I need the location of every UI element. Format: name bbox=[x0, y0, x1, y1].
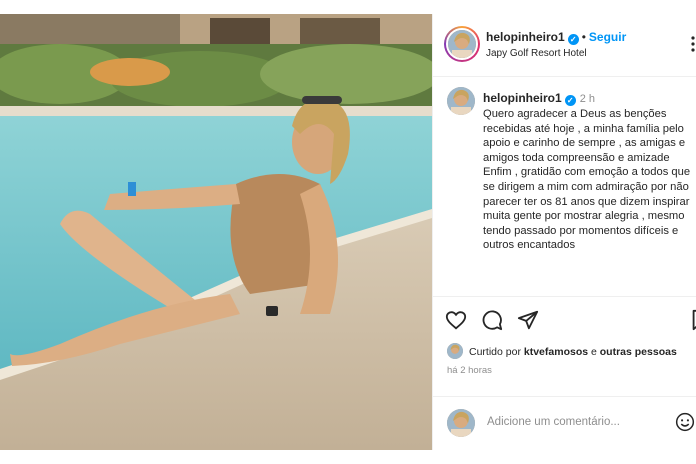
follow-button[interactable]: Seguir bbox=[589, 30, 626, 44]
post-caption: Quero agradecer a Deus as benções recebi… bbox=[483, 108, 691, 252]
post-image bbox=[0, 14, 432, 450]
post-photo[interactable] bbox=[0, 14, 432, 450]
author-username[interactable]: helopinheiro1 bbox=[486, 30, 565, 44]
author-line: helopinheiro1 ✓ • Seguir bbox=[486, 30, 626, 45]
verified-icon: ✓ bbox=[567, 34, 579, 45]
caption-username[interactable]: helopinheiro1 bbox=[483, 91, 562, 105]
comment-input[interactable]: Adicione um comentário... bbox=[487, 416, 620, 428]
action-section: Curtido por ktvefamosos e outras pessoas… bbox=[433, 296, 696, 396]
comment-bar: Adicione um comentário... bbox=[433, 396, 696, 450]
save-icon[interactable] bbox=[689, 309, 696, 331]
location-link[interactable]: Japy Golf Resort Hotel bbox=[486, 48, 587, 59]
post-timestamp[interactable]: há 2 horas bbox=[447, 365, 492, 376]
liked-joiner: e bbox=[591, 346, 597, 358]
comment-icon[interactable] bbox=[481, 309, 503, 331]
story-ring[interactable] bbox=[444, 26, 480, 62]
more-icon[interactable] bbox=[691, 36, 695, 55]
liked-user-link[interactable]: ktvefamosos bbox=[524, 346, 588, 358]
emoji-icon[interactable] bbox=[675, 412, 695, 432]
post-header: helopinheiro1 ✓ • Seguir Japy Golf Resort H… bbox=[433, 14, 696, 77]
share-icon[interactable] bbox=[517, 309, 539, 331]
verified-icon: ✓ bbox=[564, 95, 576, 106]
post-time: 2 h bbox=[579, 93, 595, 105]
post-side-panel: helopinheiro1 ✓ • Seguir Japy Golf Resort H… bbox=[432, 14, 696, 450]
commenter-avatar bbox=[447, 409, 475, 437]
likes-summary: Curtido por ktvefamosos e outras pessoas bbox=[469, 346, 677, 358]
caption-header: helopinheiro1 ✓ 2 h bbox=[483, 91, 595, 106]
liked-others-link[interactable]: outras pessoas bbox=[600, 346, 677, 358]
avatar[interactable] bbox=[446, 28, 478, 60]
caption-avatar[interactable] bbox=[447, 87, 475, 115]
like-icon[interactable] bbox=[445, 309, 467, 331]
liked-prefix: Curtido por bbox=[469, 346, 521, 358]
separator-dot: • bbox=[581, 30, 586, 44]
liker-avatar[interactable] bbox=[447, 343, 463, 359]
